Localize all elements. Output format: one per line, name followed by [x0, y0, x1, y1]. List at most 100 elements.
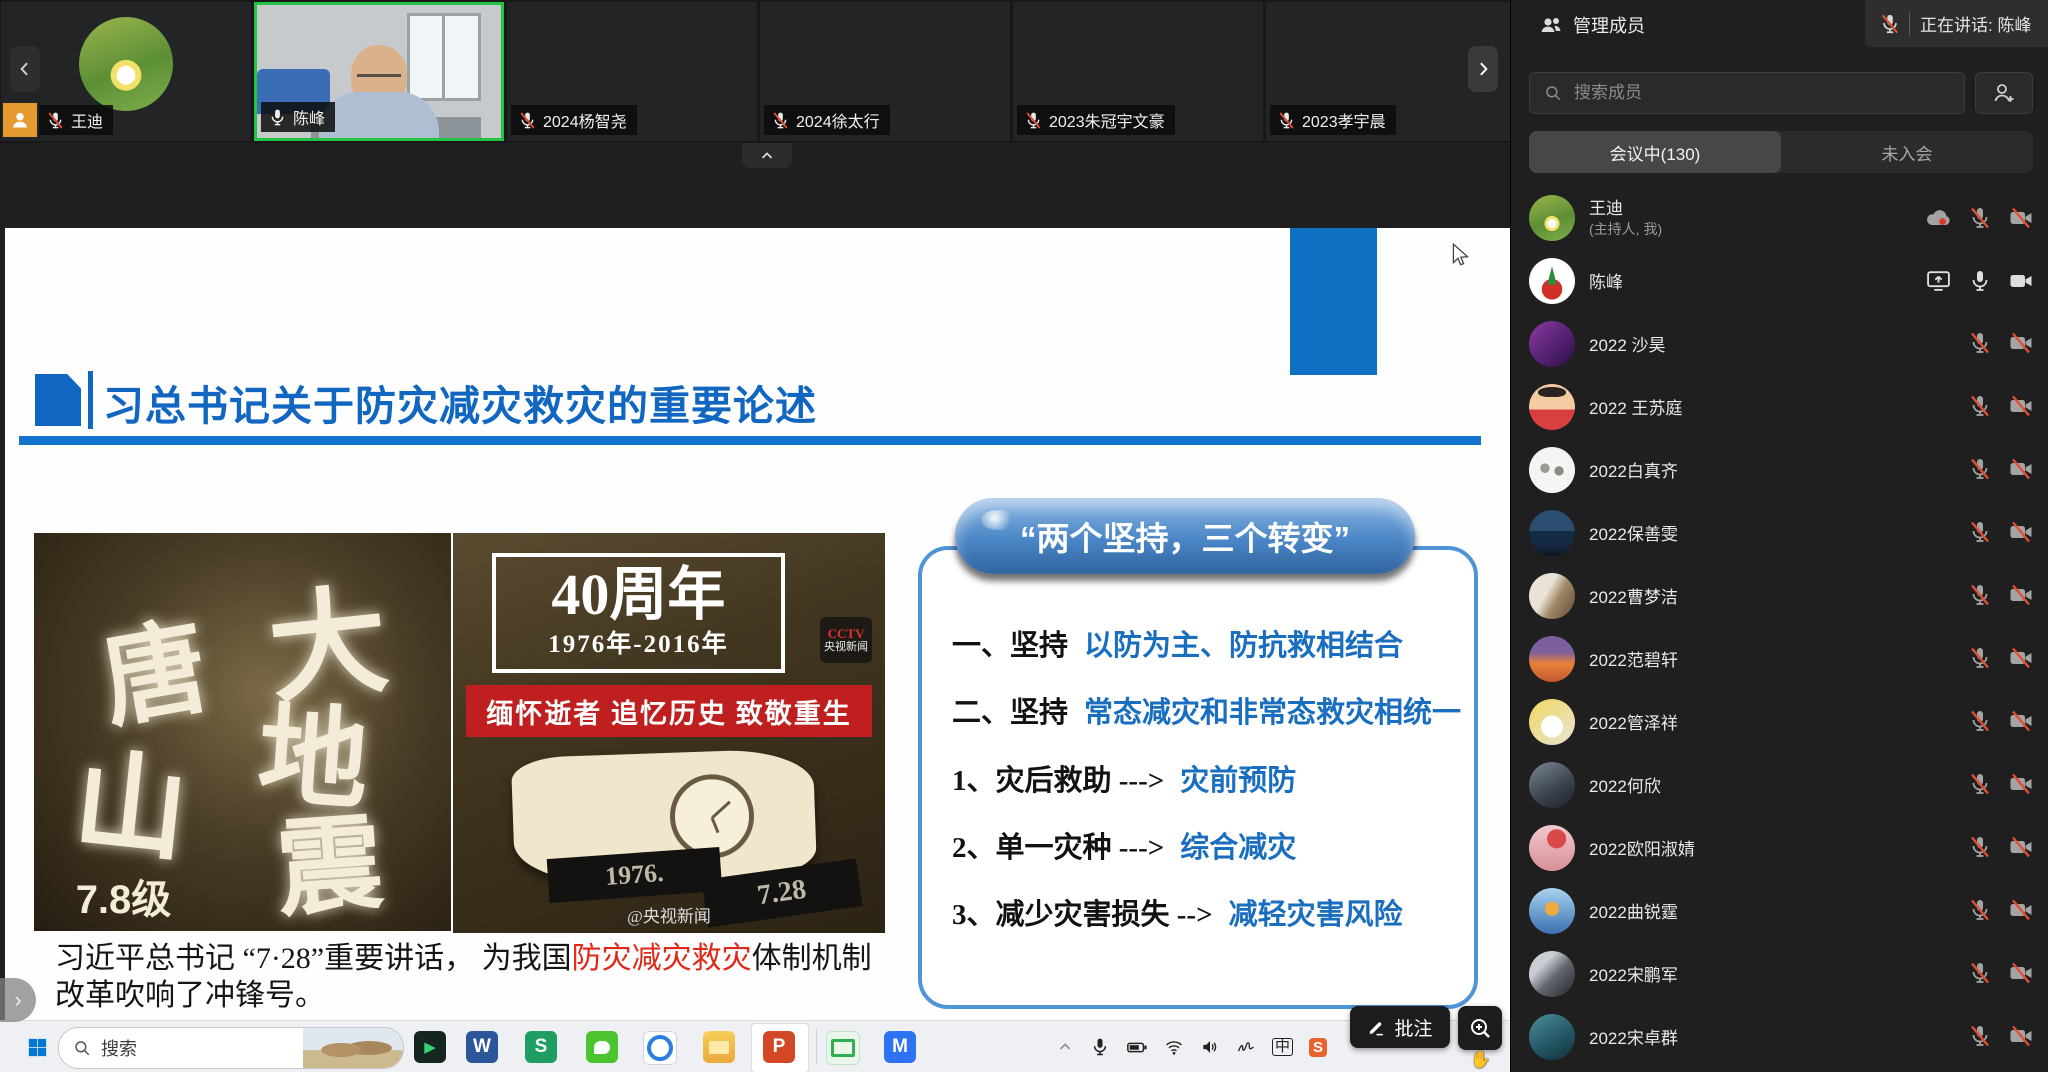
video-player-app-icon[interactable]: ▶ — [414, 1031, 446, 1063]
tray-expand-icon[interactable] — [1056, 1038, 1074, 1056]
powerpoint-app-icon[interactable]: P — [763, 1031, 795, 1063]
video-tile[interactable]: 2024杨智尧 — [507, 2, 757, 141]
video-tile[interactable]: 2023朱冠宇文豪 — [1013, 2, 1263, 141]
member-row[interactable]: 2022宋卓群 — [1511, 1008, 2048, 1066]
wechat-app-icon[interactable] — [586, 1031, 618, 1063]
tray-mic-icon[interactable] — [1090, 1037, 1110, 1057]
member-search-input[interactable] — [1572, 82, 1906, 104]
member-tabs: 会议中(130) 未入会 — [1529, 131, 2033, 173]
camera-muted-icon[interactable] — [2009, 1024, 2033, 1048]
member-row[interactable]: 2022欧阳淑婧 — [1511, 819, 2048, 877]
mic-muted-icon[interactable] — [1968, 772, 1992, 796]
speaking-label: 正在讲话: — [1920, 16, 1993, 35]
start-button[interactable] — [26, 1036, 49, 1059]
wifi-icon[interactable] — [1164, 1037, 1184, 1057]
member-name: 陈峰 — [1589, 268, 1623, 293]
member-row[interactable]: 2022曹梦洁 — [1511, 567, 2048, 625]
slide-banner-pill: “两个坚持，三个转变” — [955, 498, 1415, 574]
slide-title-icon — [35, 374, 81, 426]
camera-on-icon[interactable] — [2009, 269, 2033, 293]
signature-tool-icon[interactable] — [1236, 1037, 1256, 1057]
member-row[interactable]: 王迪 (主持人, 我) — [1511, 189, 2048, 247]
avatar — [1529, 510, 1575, 556]
seewo-whiteboard-app-icon[interactable]: S — [525, 1031, 557, 1063]
member-name: 2022欧阳淑婧 — [1589, 835, 1695, 860]
camera-muted-icon[interactable] — [2009, 206, 2033, 230]
annotate-button[interactable]: 批注 — [1350, 1006, 1450, 1048]
anniversary-40-image: 40周年 1976年-2016年 CCTV 央视新闻 缅怀逝者 追忆历史 致敬重… — [453, 533, 885, 933]
member-row[interactable]: 2022 王苏庭 — [1511, 378, 2048, 436]
member-search-box[interactable] — [1529, 72, 1965, 114]
strip-prev-button[interactable] — [10, 46, 40, 92]
member-row[interactable]: 2022 沙昊 — [1511, 315, 2048, 373]
member-name: 2022管泽祥 — [1589, 709, 1678, 734]
member-name: 2022宋卓群 — [1589, 1024, 1678, 1049]
magnifier-button[interactable] — [1458, 1006, 1502, 1050]
mic-muted-icon[interactable] — [1968, 331, 1992, 355]
battery-icon[interactable] — [1126, 1036, 1148, 1058]
camera-muted-icon[interactable] — [2009, 331, 2033, 355]
mic-muted-icon[interactable] — [1968, 206, 1992, 230]
camera-muted-icon[interactable] — [2009, 961, 2033, 985]
mic-muted-icon[interactable] — [1968, 583, 1992, 607]
tab-not-joined[interactable]: 未入会 — [1781, 131, 2033, 173]
mic-muted-icon[interactable] — [1968, 709, 1992, 733]
mic-on-icon[interactable] — [1968, 269, 1992, 293]
mic-muted-icon[interactable] — [1968, 898, 1992, 922]
mic-muted-icon[interactable] — [1968, 646, 1992, 670]
camera-muted-icon[interactable] — [2009, 583, 2033, 607]
camera-muted-icon[interactable] — [2009, 520, 2033, 544]
collapse-strip-button[interactable] — [742, 143, 792, 168]
camera-muted-icon[interactable] — [2009, 457, 2033, 481]
tab-in-meeting[interactable]: 会议中(130) — [1529, 131, 1781, 173]
camera-muted-icon[interactable] — [2009, 394, 2033, 418]
mic-muted-icon — [1879, 13, 1901, 35]
member-row[interactable]: 2022曲锐霆 — [1511, 882, 2048, 940]
mic-muted-icon[interactable] — [1968, 835, 1992, 859]
meeting-app-icon[interactable]: M — [884, 1031, 916, 1063]
mic-muted-icon[interactable] — [1968, 1024, 1992, 1048]
mic-muted-icon[interactable] — [1968, 520, 1992, 544]
strip-next-button[interactable] — [1468, 46, 1498, 92]
avatar — [1529, 321, 1575, 367]
video-tile-speaking[interactable]: 陈峰 — [254, 2, 504, 141]
volume-icon[interactable] — [1200, 1037, 1220, 1057]
mic-muted-icon[interactable] — [1968, 457, 1992, 481]
mic-muted-icon — [1024, 111, 1043, 130]
ime-indicator[interactable]: 中 — [1272, 1038, 1293, 1056]
slide-title-bar — [88, 371, 93, 429]
member-name: 2022宋鹏军 — [1589, 961, 1678, 986]
member-row[interactable]: 2022何欣 — [1511, 756, 2048, 814]
chevron-left-icon — [15, 59, 35, 79]
member-row[interactable]: 2022范碧轩 — [1511, 630, 2048, 688]
search-icon — [1544, 84, 1562, 102]
search-icon — [73, 1039, 91, 1057]
video-tile[interactable]: 2024徐太行 — [760, 2, 1010, 141]
member-row[interactable]: 陈峰 — [1511, 252, 2048, 310]
cctv-logo: CCTV 央视新闻 — [820, 617, 872, 663]
mic-muted-icon[interactable] — [1968, 394, 1992, 418]
avatar — [1529, 195, 1575, 241]
mic-muted-icon[interactable] — [1968, 961, 1992, 985]
member-row[interactable]: 2022白真齐 — [1511, 441, 2048, 499]
screen-cast-app-icon[interactable] — [826, 1031, 860, 1065]
file-explorer-icon[interactable] — [703, 1031, 735, 1063]
seewo-tray-icon[interactable]: S — [1309, 1038, 1327, 1057]
member-name: 2022范碧轩 — [1589, 646, 1678, 671]
word-app-icon[interactable]: W — [466, 1031, 498, 1063]
browser-app-icon[interactable] — [643, 1031, 677, 1065]
camera-muted-icon[interactable] — [2009, 709, 2033, 733]
member-row[interactable]: 2022管泽祥 — [1511, 693, 2048, 751]
member-row[interactable]: 2022宋鹏军 — [1511, 945, 2048, 1003]
member-row[interactable]: 2022保善雯 — [1511, 504, 2048, 562]
tile-name-label: 王迪 — [39, 105, 113, 135]
panel-header: 管理成员 — [1539, 12, 1645, 38]
camera-muted-icon[interactable] — [2009, 898, 2033, 922]
camera-muted-icon[interactable] — [2009, 772, 2033, 796]
camera-muted-icon[interactable] — [2009, 835, 2033, 859]
overlay-divider — [1909, 12, 1910, 36]
taskbar-search[interactable]: 搜索 — [58, 1027, 404, 1069]
camera-muted-icon[interactable] — [2009, 646, 2033, 670]
add-member-button[interactable] — [1975, 72, 2033, 114]
tile-name-label: 陈峰 — [261, 102, 335, 132]
